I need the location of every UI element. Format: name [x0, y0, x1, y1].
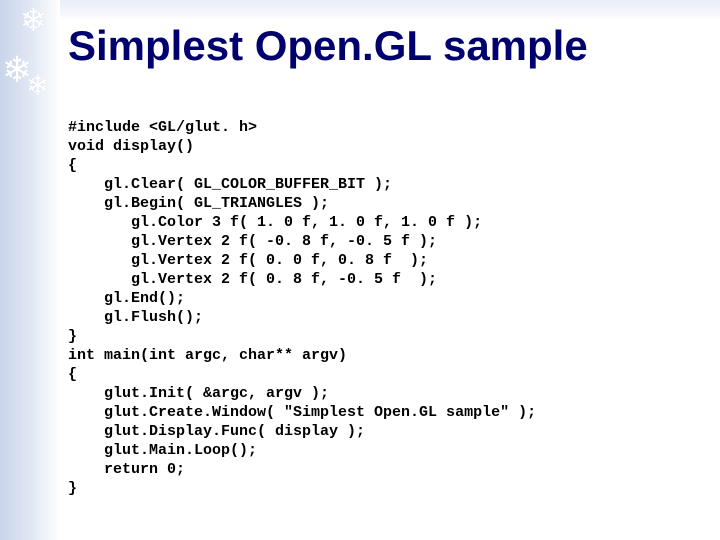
snowflake-icon: ❄	[20, 4, 47, 36]
snowflake-icon: ❄	[26, 72, 49, 100]
slide: ❄ ❄ ❄ Simplest Open.GL sample #include <…	[0, 0, 720, 540]
slide-title: Simplest Open.GL sample	[68, 22, 588, 70]
sidebar-gradient: ❄ ❄ ❄	[0, 0, 60, 540]
top-gradient-band	[0, 0, 720, 20]
code-block: #include <GL/glut. h> void display() { g…	[68, 118, 536, 498]
